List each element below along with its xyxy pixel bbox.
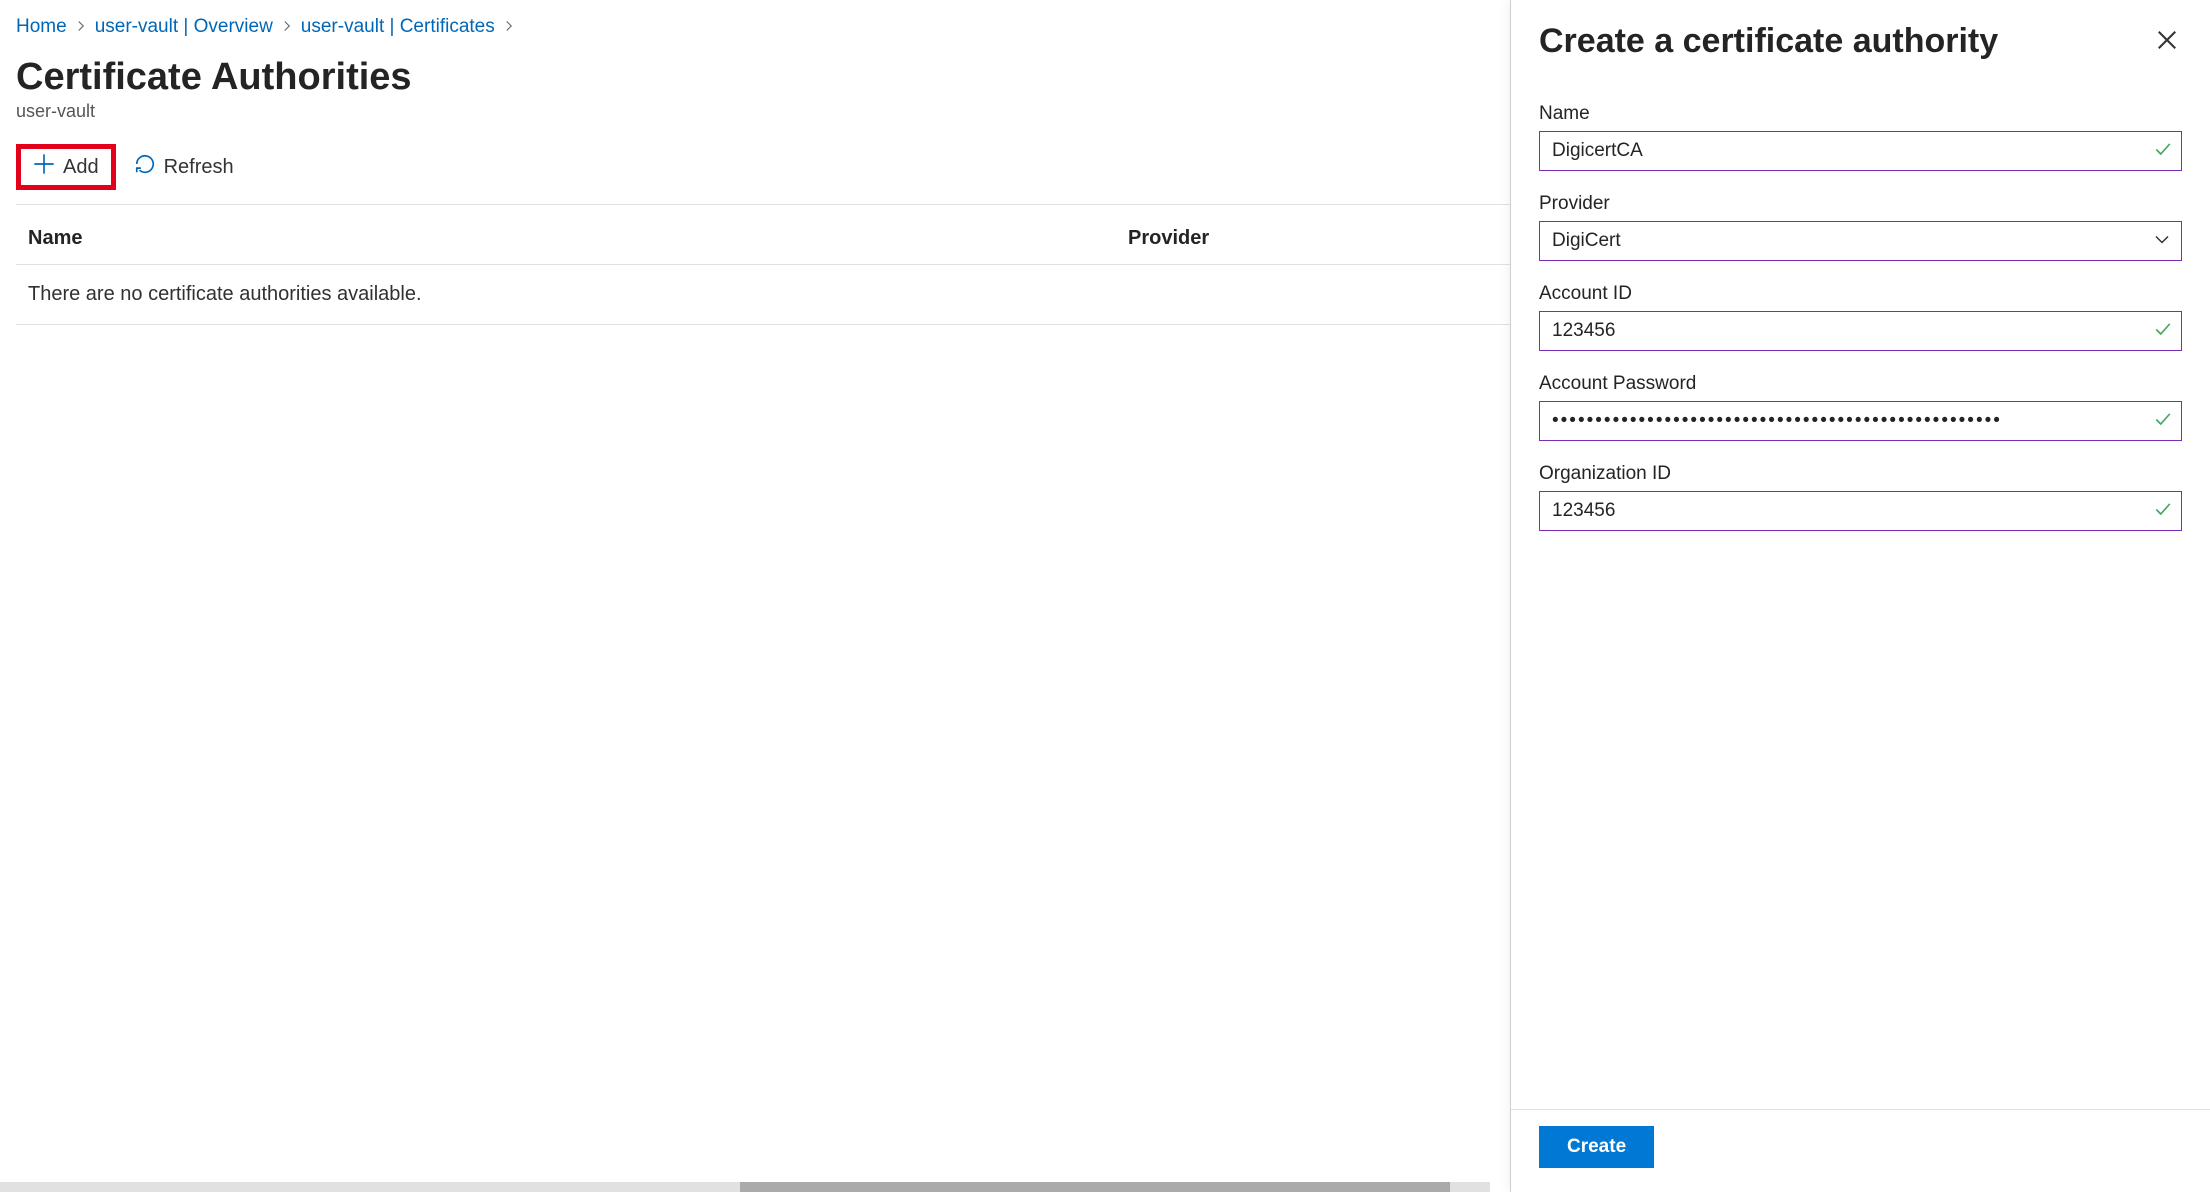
provider-select[interactable] — [1539, 221, 2182, 261]
panel-title: Create a certificate authority — [1539, 22, 1998, 61]
account-password-input[interactable] — [1539, 401, 2182, 441]
panel-footer: Create — [1511, 1109, 2210, 1192]
plus-icon — [33, 153, 55, 181]
chevron-right-icon — [503, 19, 515, 36]
check-icon — [2154, 411, 2172, 432]
account-password-label: Account Password — [1539, 373, 2182, 395]
account-id-input[interactable] — [1539, 311, 2182, 351]
field-provider: Provider — [1539, 193, 2182, 261]
name-input[interactable] — [1539, 131, 2182, 171]
check-icon — [2154, 501, 2172, 522]
scrollbar-thumb[interactable] — [740, 1182, 1450, 1192]
field-account-password: Account Password — [1539, 373, 2182, 441]
organization-id-label: Organization ID — [1539, 463, 2182, 485]
breadcrumb-home[interactable]: Home — [16, 16, 67, 38]
chevron-right-icon — [75, 19, 87, 36]
breadcrumb-overview[interactable]: user-vault | Overview — [95, 16, 273, 38]
panel-body: Name Provider Account ID — [1511, 73, 2210, 1109]
breadcrumb-certificates[interactable]: user-vault | Certificates — [301, 16, 495, 38]
account-id-label: Account ID — [1539, 283, 2182, 305]
create-ca-panel: Create a certificate authority Name Prov… — [1510, 0, 2210, 1192]
check-icon — [2154, 141, 2172, 162]
field-organization-id: Organization ID — [1539, 463, 2182, 531]
refresh-button-label: Refresh — [164, 156, 234, 179]
create-button[interactable]: Create — [1539, 1126, 1654, 1168]
add-button[interactable]: Add — [16, 144, 116, 190]
refresh-icon — [134, 153, 156, 181]
panel-header: Create a certificate authority — [1511, 0, 2210, 73]
close-icon — [2156, 39, 2178, 54]
field-account-id: Account ID — [1539, 283, 2182, 351]
field-name: Name — [1539, 103, 2182, 171]
refresh-button[interactable]: Refresh — [122, 147, 246, 187]
provider-label: Provider — [1539, 193, 2182, 215]
add-button-label: Add — [63, 156, 99, 179]
name-label: Name — [1539, 103, 2182, 125]
horizontal-scrollbar[interactable] — [0, 1182, 1490, 1192]
close-button[interactable] — [2152, 25, 2182, 58]
chevron-right-icon — [281, 19, 293, 36]
organization-id-input[interactable] — [1539, 491, 2182, 531]
column-header-name[interactable]: Name — [28, 227, 1128, 250]
check-icon — [2154, 321, 2172, 342]
